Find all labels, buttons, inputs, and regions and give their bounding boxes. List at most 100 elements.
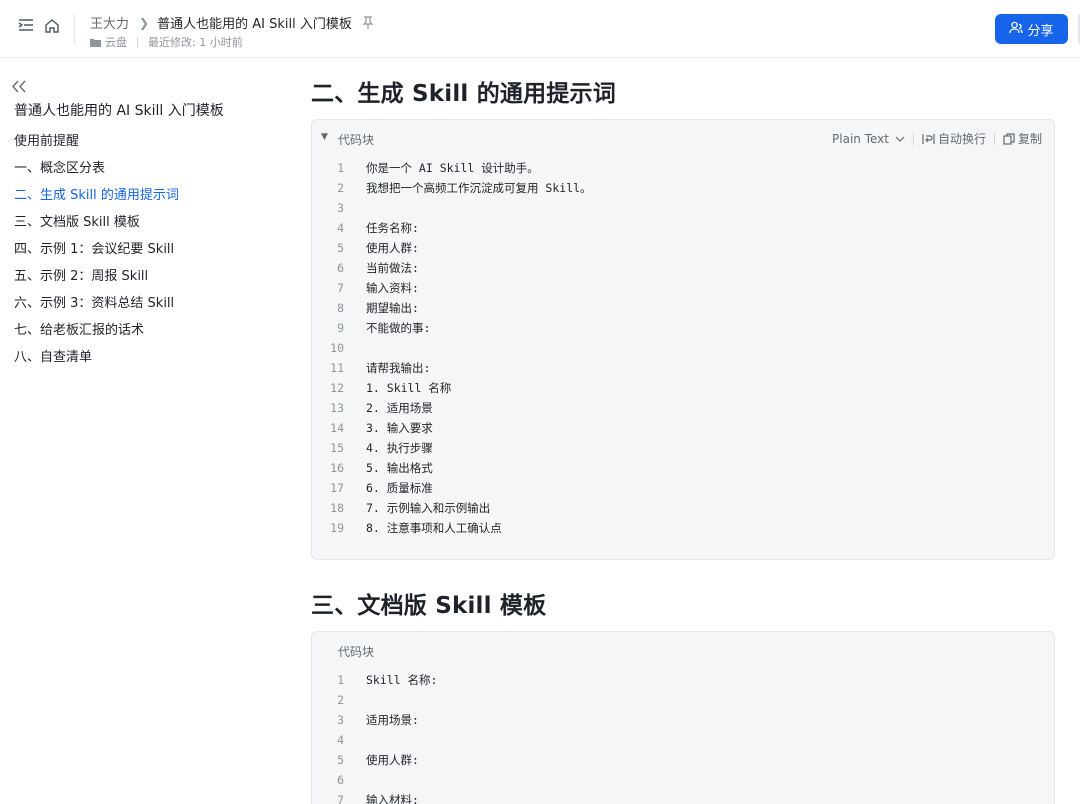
collapse-sidebar-icon[interactable] bbox=[11, 78, 29, 94]
code-lines[interactable]: 1 Skill 名称: 2 3 适用场景: 4 5 使用人群: 6 7 输入材料: bbox=[312, 668, 1054, 804]
breadcrumb-user[interactable]: 王大力 bbox=[90, 13, 129, 32]
code-line[interactable]: 4 bbox=[312, 730, 1054, 750]
line-content: 我想把一个高频工作沉淀成可复用 Skill。 bbox=[366, 181, 592, 195]
chevron-down-icon bbox=[895, 136, 905, 142]
toc-item[interactable]: 七、给老板汇报的话术 bbox=[14, 317, 274, 344]
line-content: 8. 注意事项和人工确认点 bbox=[366, 521, 502, 535]
top-header: 王大力 ❯ 普通人也能用的 AI Skill 入门模板 云盘 最近修改: 1 小… bbox=[0, 0, 1080, 58]
toc-item[interactable]: 六、示例 3：资料总结 Skill bbox=[14, 290, 274, 317]
section-heading: 三、文档版 Skill 模板 bbox=[311, 593, 547, 619]
code-line[interactable]: 11 请帮我输出: bbox=[312, 358, 1054, 378]
user-add-icon bbox=[1009, 21, 1024, 38]
line-number: 7 bbox=[337, 793, 344, 804]
code-line[interactable]: 1 Skill 名称: bbox=[312, 670, 1054, 690]
section-heading: 二、生成 Skill 的通用提示词 bbox=[311, 81, 616, 107]
line-number: 3 bbox=[337, 201, 344, 215]
outline-toggle-icon[interactable] bbox=[17, 16, 35, 34]
code-block-tools: Plain Text 自动换行 复制 bbox=[832, 130, 1042, 147]
toc-item-active[interactable]: 二、生成 Skill 的通用提示词 bbox=[14, 182, 274, 209]
wrap-label: 自动换行 bbox=[937, 132, 986, 146]
code-line[interactable]: 13 2. 适用场景 bbox=[312, 398, 1054, 418]
copy-button[interactable]: 复制 bbox=[1003, 130, 1042, 147]
code-block-header: ▼ 代码块 Plain Text 自动换行 复制 bbox=[312, 120, 1054, 156]
line-number: 2 bbox=[337, 181, 344, 195]
line-number: 4 bbox=[337, 221, 344, 235]
language-select[interactable]: Plain Text bbox=[832, 132, 905, 146]
line-number: 6 bbox=[337, 261, 344, 275]
code-line[interactable]: 4 任务名称: bbox=[312, 218, 1054, 238]
copy-label: 复制 bbox=[1017, 132, 1042, 146]
code-block-header: 代码块 bbox=[312, 632, 1054, 668]
code-line[interactable]: 17 6. 质量标准 bbox=[312, 478, 1054, 498]
line-content: 使用人群: bbox=[366, 753, 419, 767]
line-number: 11 bbox=[330, 361, 344, 375]
wrap-icon bbox=[922, 133, 935, 144]
line-content: Skill 名称: bbox=[366, 673, 438, 687]
code-line[interactable]: 2 我想把一个高频工作沉淀成可复用 Skill。 bbox=[312, 178, 1054, 198]
doc-title[interactable]: 普通人也能用的 AI Skill 入门模板 bbox=[157, 13, 352, 32]
code-lines[interactable]: 1 你是一个 AI Skill 设计助手。 2 我想把一个高频工作沉淀成可复用 Ski… bbox=[312, 156, 1054, 538]
code-line[interactable]: 12 1. Skill 名称 bbox=[312, 378, 1054, 398]
doc-location[interactable]: 云盘 bbox=[105, 34, 127, 50]
share-button[interactable]: 分享 bbox=[995, 14, 1068, 44]
code-line[interactable]: 7 输入资料: bbox=[312, 278, 1054, 298]
toc-item[interactable]: 使用前提醒 bbox=[14, 128, 274, 155]
code-line[interactable]: 6 当前做法: bbox=[312, 258, 1054, 278]
code-block: 代码块 1 Skill 名称: 2 3 适用场景: 4 5 使用人群: 6 7 输入材料: bbox=[311, 631, 1055, 804]
code-line[interactable]: 5 使用人群: bbox=[312, 750, 1054, 770]
line-number: 10 bbox=[330, 341, 344, 355]
line-number: 1 bbox=[337, 673, 344, 687]
code-line[interactable]: 14 3. 输入要求 bbox=[312, 418, 1054, 438]
toc-item[interactable]: 四、示例 1：会议纪要 Skill bbox=[14, 236, 274, 263]
code-line[interactable]: 2 bbox=[312, 690, 1054, 710]
tool-divider bbox=[912, 132, 914, 145]
toc-item[interactable]: 三、文档版 Skill 模板 bbox=[14, 209, 274, 236]
table-of-contents: 普通人也能用的 AI Skill 入门模板 使用前提醒 一、概念区分表 二、生成… bbox=[14, 100, 274, 371]
code-line[interactable]: 10 bbox=[312, 338, 1054, 358]
pin-icon[interactable] bbox=[362, 16, 374, 29]
code-line[interactable]: 19 8. 注意事项和人工确认点 bbox=[312, 518, 1054, 538]
line-content: 7. 示例输入和示例输出 bbox=[366, 501, 491, 515]
line-content: 输入材料: bbox=[366, 793, 419, 804]
meta-divider bbox=[137, 37, 138, 47]
code-line[interactable]: 3 bbox=[312, 198, 1054, 218]
line-number: 5 bbox=[337, 241, 344, 255]
line-content: 使用人群: bbox=[366, 241, 419, 255]
line-content: 当前做法: bbox=[366, 261, 419, 275]
home-icon[interactable] bbox=[43, 16, 61, 34]
line-content: 不能做的事: bbox=[366, 321, 431, 335]
line-number: 12 bbox=[330, 381, 344, 395]
line-content: 1. Skill 名称 bbox=[366, 381, 452, 395]
code-line[interactable]: 16 5. 输出格式 bbox=[312, 458, 1054, 478]
toc-item[interactable]: 八、自查清单 bbox=[14, 344, 274, 371]
collapse-triangle-icon[interactable]: ▼ bbox=[321, 132, 328, 142]
toc-item[interactable]: 一、概念区分表 bbox=[14, 155, 274, 182]
copy-icon bbox=[1003, 132, 1015, 145]
toc-item[interactable]: 五、示例 2：周报 Skill bbox=[14, 263, 274, 290]
last-modified: 最近修改: 1 小时前 bbox=[148, 36, 243, 49]
code-line[interactable]: 5 使用人群: bbox=[312, 238, 1054, 258]
line-content: 适用场景: bbox=[366, 713, 419, 727]
line-number: 1 bbox=[337, 161, 344, 175]
line-number: 17 bbox=[330, 481, 344, 495]
word-wrap-button[interactable]: 自动换行 bbox=[922, 130, 986, 147]
chevron-right-icon: ❯ bbox=[139, 15, 150, 30]
code-line[interactable]: 1 你是一个 AI Skill 设计助手。 bbox=[312, 158, 1054, 178]
toc-title[interactable]: 普通人也能用的 AI Skill 入门模板 bbox=[14, 100, 274, 124]
line-content: 2. 适用场景 bbox=[366, 401, 433, 415]
line-number: 16 bbox=[330, 461, 344, 475]
line-content: 期望输出: bbox=[366, 301, 419, 315]
code-line[interactable]: 15 4. 执行步骤 bbox=[312, 438, 1054, 458]
code-line[interactable]: 9 不能做的事: bbox=[312, 318, 1054, 338]
line-number: 7 bbox=[337, 281, 344, 295]
code-line[interactable]: 18 7. 示例输入和示例输出 bbox=[312, 498, 1054, 518]
code-line[interactable]: 3 适用场景: bbox=[312, 710, 1054, 730]
code-line[interactable]: 7 输入材料: bbox=[312, 790, 1054, 804]
line-content: 4. 执行步骤 bbox=[366, 441, 433, 455]
doc-meta: 云盘 最近修改: 1 小时前 bbox=[90, 34, 243, 50]
code-line[interactable]: 8 期望输出: bbox=[312, 298, 1054, 318]
code-line[interactable]: 6 bbox=[312, 770, 1054, 790]
line-content: 任务名称: bbox=[366, 221, 419, 235]
line-content: 输入资料: bbox=[366, 281, 419, 295]
line-number: 15 bbox=[330, 441, 344, 455]
